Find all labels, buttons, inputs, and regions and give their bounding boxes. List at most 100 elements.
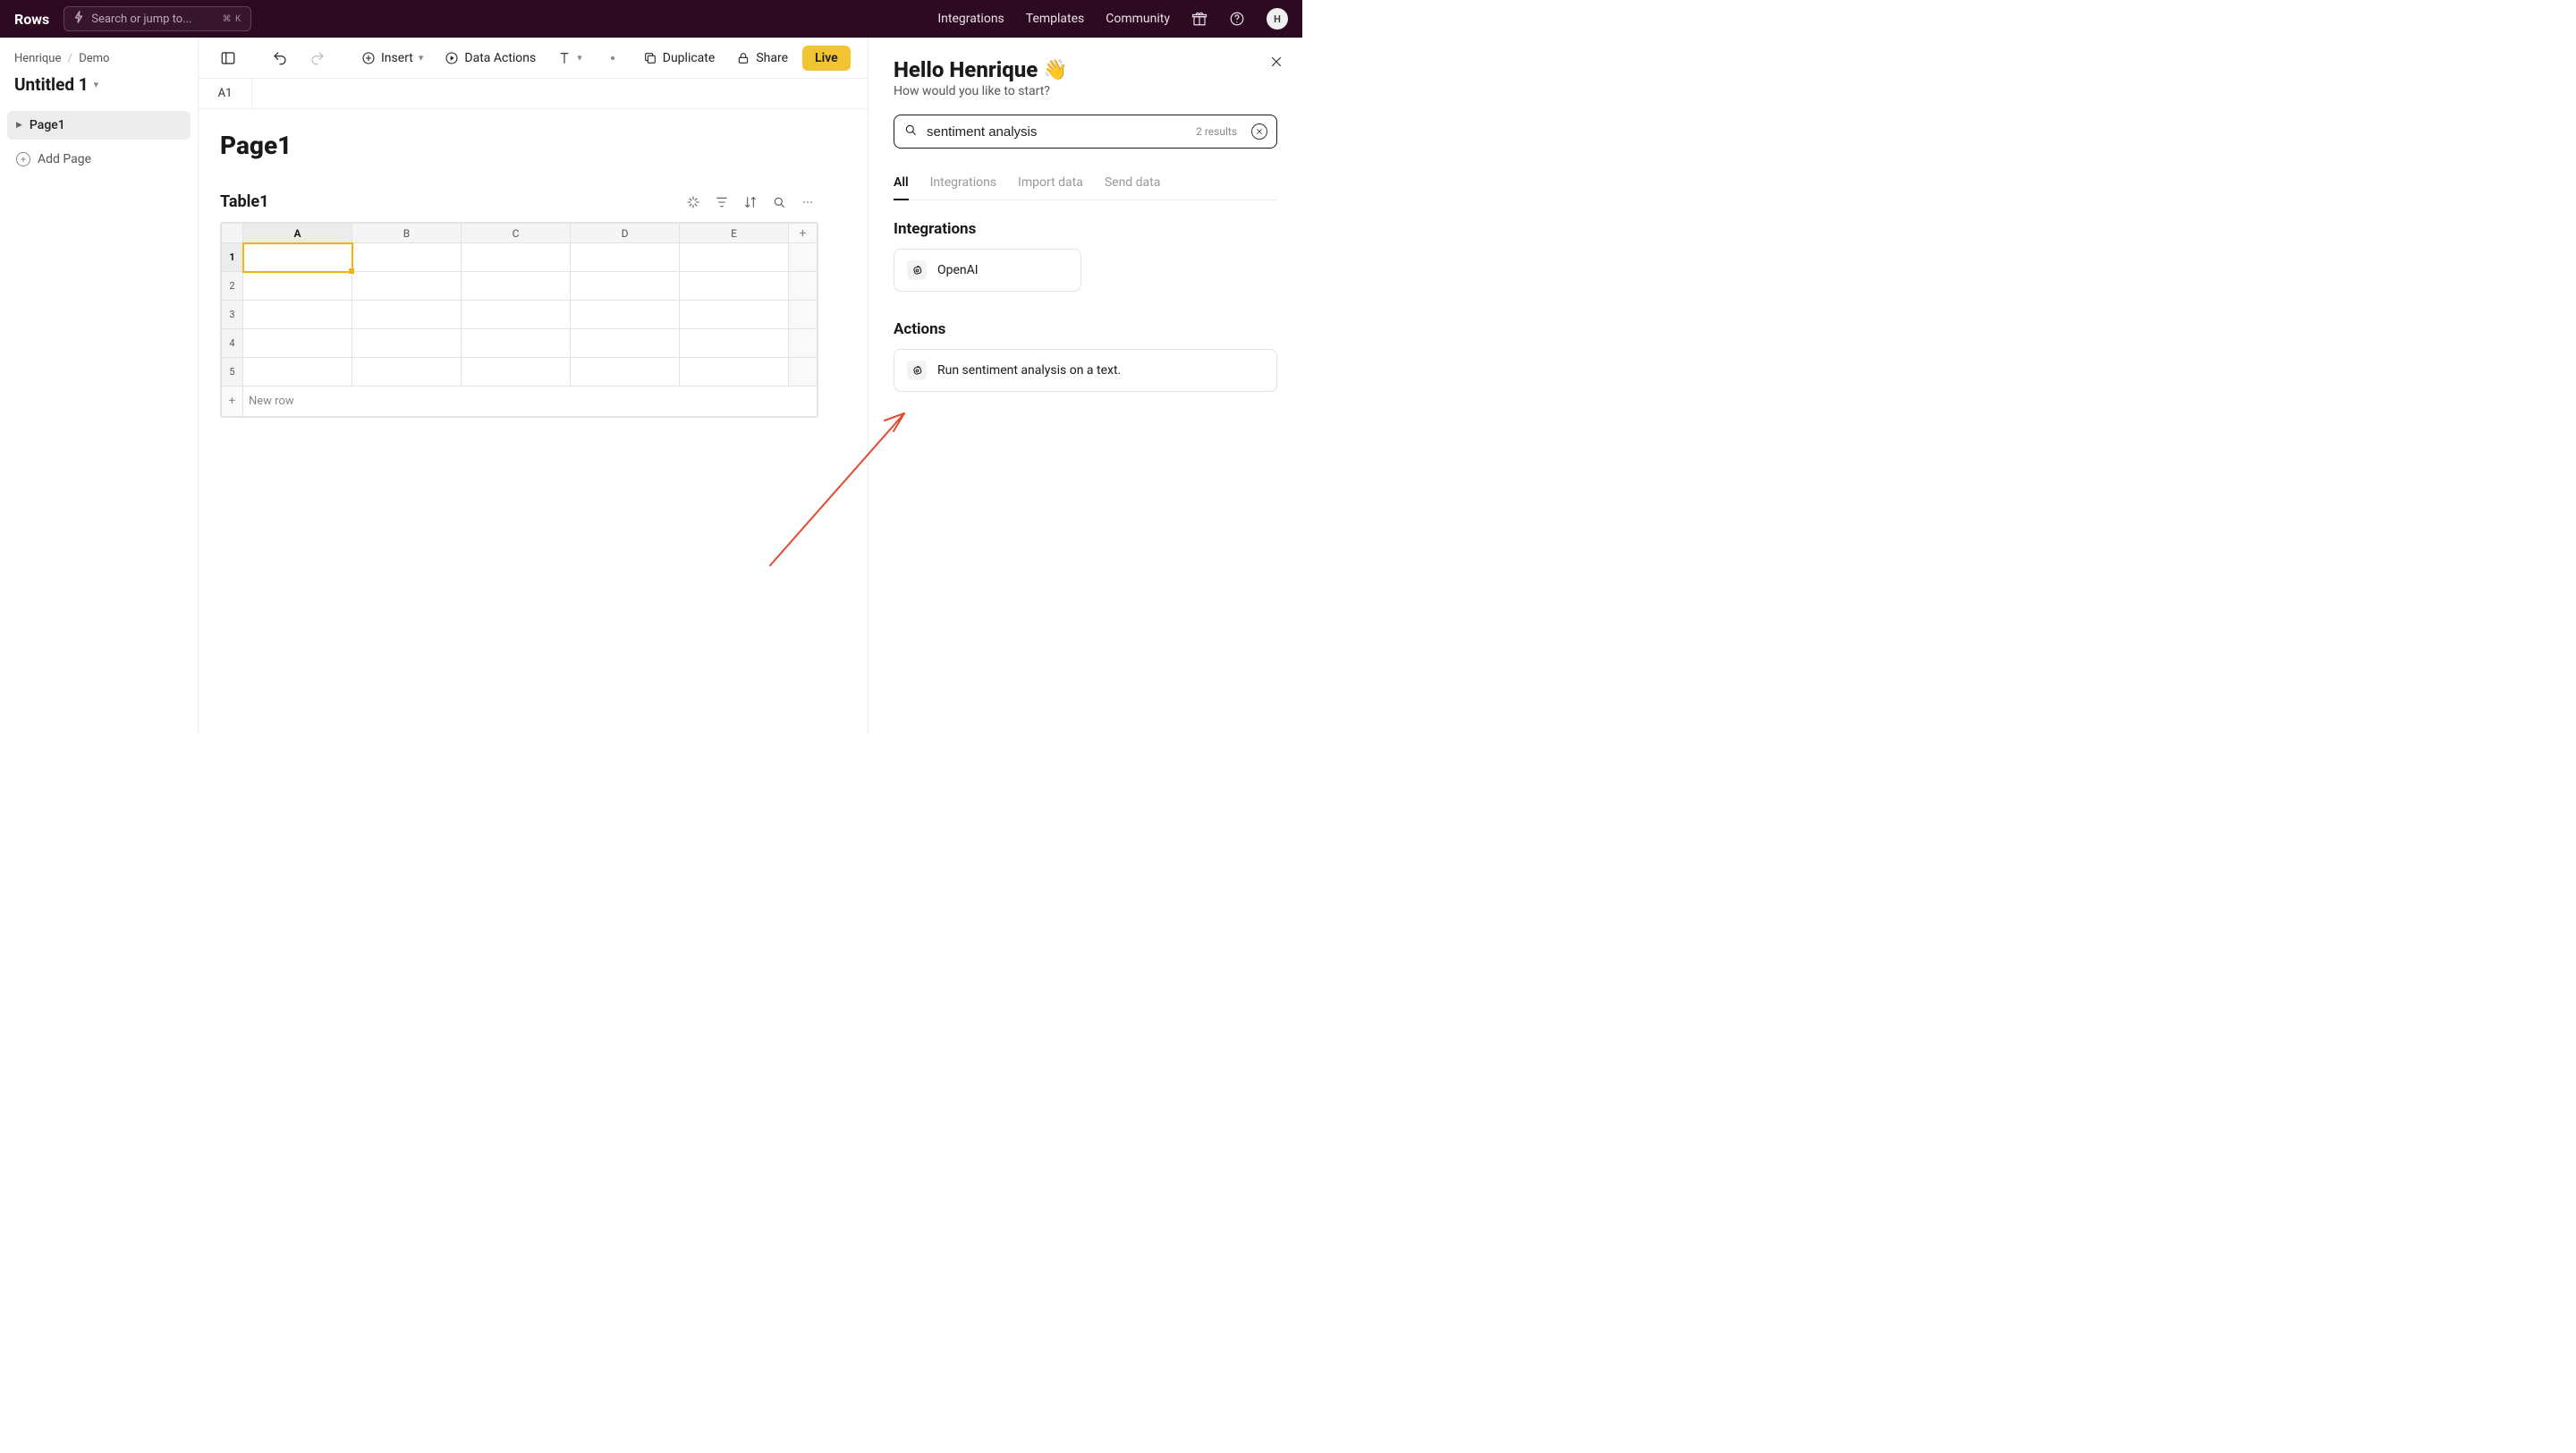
cell[interactable] <box>462 301 571 329</box>
add-page-button[interactable]: + Add Page <box>7 145 191 174</box>
add-row-button[interactable]: + <box>222 387 243 417</box>
action-label: Run sentiment analysis on a text. <box>937 363 1121 378</box>
cell[interactable] <box>462 358 571 387</box>
tab-integrations[interactable]: Integrations <box>930 166 996 200</box>
integration-name: OpenAI <box>937 263 979 277</box>
nav-link-templates[interactable]: Templates <box>1026 12 1085 26</box>
help-icon[interactable] <box>1229 11 1245 27</box>
cell[interactable] <box>680 272 789 301</box>
left-sidebar: Henrique / Demo Untitled 1 ▾ ▶ Page1 + A… <box>0 38 199 734</box>
top-nav: Rows Search or jump to... ⌘ K Integratio… <box>0 0 1302 38</box>
cell-reference[interactable]: A1 <box>199 79 252 108</box>
cell[interactable] <box>571 301 680 329</box>
breadcrumb-workspace[interactable]: Demo <box>79 52 109 65</box>
live-button[interactable]: Live <box>802 46 851 71</box>
cell[interactable] <box>243 329 352 358</box>
cell[interactable] <box>352 301 462 329</box>
global-search-shortcut: ⌘ K <box>222 14 242 24</box>
add-page-label: Add Page <box>38 152 91 166</box>
cell[interactable] <box>243 272 352 301</box>
sidebar-page-item[interactable]: ▶ Page1 <box>7 111 191 140</box>
openai-icon <box>907 361 927 380</box>
results-count: 2 results <box>1196 125 1237 138</box>
filter-icon[interactable] <box>714 194 730 210</box>
sort-icon[interactable] <box>742 194 758 210</box>
column-header[interactable]: A <box>243 224 352 243</box>
plus-circle-icon: + <box>16 152 30 166</box>
add-column-button[interactable]: + <box>789 224 818 243</box>
cell[interactable] <box>571 272 680 301</box>
cell[interactable] <box>571 329 680 358</box>
cell[interactable] <box>352 243 462 272</box>
column-header[interactable]: D <box>571 224 680 243</box>
cell-reference-bar: A1 <box>199 79 868 109</box>
row-header[interactable]: 5 <box>222 358 243 387</box>
search-icon[interactable] <box>771 194 787 210</box>
cell[interactable] <box>571 358 680 387</box>
row-header[interactable]: 4 <box>222 329 243 358</box>
openai-icon <box>907 260 927 280</box>
tab-import-data[interactable]: Import data <box>1018 166 1083 200</box>
more-icon[interactable] <box>800 194 816 210</box>
global-search-placeholder: Search or jump to... <box>91 13 191 26</box>
integration-card-openai[interactable]: OpenAI <box>894 249 1081 292</box>
global-search[interactable]: Search or jump to... ⌘ K <box>64 6 251 31</box>
toggle-sidebar-button[interactable] <box>213 45 243 72</box>
table-title[interactable]: Table1 <box>220 192 268 211</box>
cell[interactable] <box>680 243 789 272</box>
column-header[interactable]: B <box>352 224 462 243</box>
breadcrumb: Henrique / Demo <box>7 52 191 65</box>
action-card-sentiment[interactable]: Run sentiment analysis on a text. <box>894 349 1277 392</box>
column-header[interactable]: E <box>680 224 789 243</box>
integrations-heading: Integrations <box>894 220 1277 238</box>
panel-search-input[interactable] <box>927 124 1187 140</box>
cell[interactable] <box>680 301 789 329</box>
chevron-down-icon: ▾ <box>419 52 424 64</box>
cell[interactable] <box>680 329 789 358</box>
spreadsheet-table: A B C D E + 1 <box>220 222 818 418</box>
cell[interactable] <box>462 329 571 358</box>
clear-search-button[interactable] <box>1251 123 1267 140</box>
actions-heading: Actions <box>894 320 1277 338</box>
cell[interactable] <box>243 301 352 329</box>
text-format-button[interactable]: ▾ <box>550 45 589 72</box>
cell[interactable] <box>462 243 571 272</box>
sidebar-page-label: Page1 <box>30 118 65 132</box>
lightning-icon <box>73 11 84 27</box>
cell[interactable] <box>571 243 680 272</box>
panel-tabs: All Integrations Import data Send data <box>894 166 1277 200</box>
brand-logo[interactable]: Rows <box>14 11 49 28</box>
sparkle-icon[interactable] <box>685 194 701 210</box>
share-button[interactable]: Share <box>729 46 795 71</box>
main-area: Insert ▾ Data Actions ▾ Duplicate Share <box>199 38 868 734</box>
insert-button[interactable]: Insert ▾ <box>354 46 430 71</box>
close-panel-button[interactable] <box>1268 54 1284 73</box>
duplicate-button[interactable]: Duplicate <box>636 46 723 71</box>
cell[interactable] <box>680 358 789 387</box>
gift-icon[interactable] <box>1191 11 1208 27</box>
document-title-row[interactable]: Untitled 1 ▾ <box>7 71 191 106</box>
redo-button[interactable] <box>302 45 333 72</box>
row-header[interactable]: 3 <box>222 301 243 329</box>
tab-send-data[interactable]: Send data <box>1105 166 1161 200</box>
data-actions-button[interactable]: Data Actions <box>437 46 543 71</box>
cell[interactable] <box>352 329 462 358</box>
panel-search[interactable]: 2 results <box>894 115 1277 149</box>
new-row-label[interactable]: New row <box>243 387 818 417</box>
column-header[interactable]: C <box>462 224 571 243</box>
select-all-corner[interactable] <box>222 224 243 243</box>
tab-all[interactable]: All <box>894 166 909 200</box>
row-header[interactable]: 2 <box>222 272 243 301</box>
cell[interactable] <box>243 358 352 387</box>
cell[interactable] <box>352 358 462 387</box>
cell[interactable] <box>462 272 571 301</box>
undo-button[interactable] <box>265 45 295 72</box>
breadcrumb-user[interactable]: Henrique <box>14 52 61 65</box>
page-title[interactable]: Page1 <box>220 131 868 160</box>
user-avatar[interactable]: H <box>1267 8 1288 30</box>
cell[interactable] <box>352 272 462 301</box>
nav-link-integrations[interactable]: Integrations <box>937 12 1004 26</box>
cell-a1[interactable] <box>243 243 352 272</box>
row-header[interactable]: 1 <box>222 243 243 272</box>
nav-link-community[interactable]: Community <box>1106 12 1170 26</box>
